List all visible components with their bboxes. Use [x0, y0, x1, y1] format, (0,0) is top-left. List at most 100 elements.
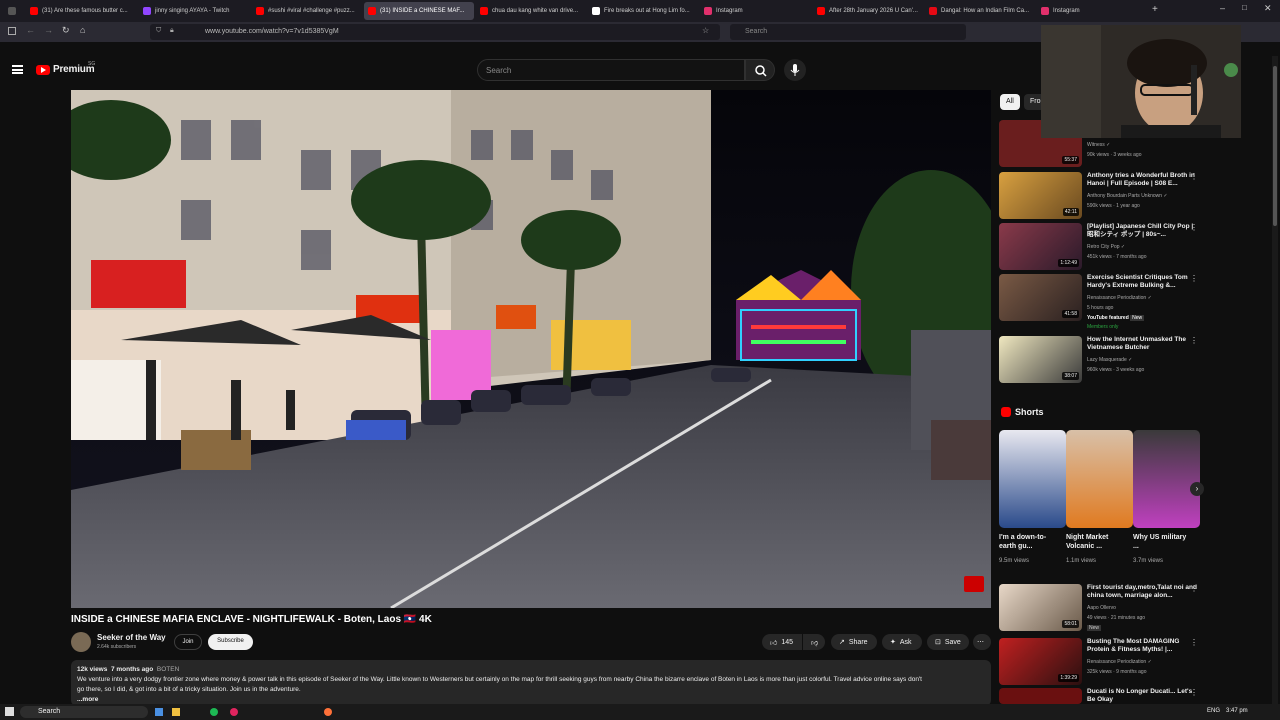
browser-search-box[interactable]: Search: [730, 24, 966, 40]
tab-2[interactable]: jinny singing AYAYA - Twitch: [139, 2, 249, 20]
rec-video-4[interactable]: 41:58 Exercise Scientist Critiques Tom H…: [999, 274, 1204, 330]
more-actions-button[interactable]: ⋯: [973, 634, 991, 650]
short-3[interactable]: [1133, 430, 1200, 528]
tab-7[interactable]: Instagram: [700, 2, 810, 20]
language-indicator[interactable]: ENG: [1207, 708, 1220, 714]
windows-start-icon[interactable]: [5, 707, 14, 716]
channel-name[interactable]: Seeker of the Way: [97, 633, 166, 642]
new-badge: New: [1087, 625, 1102, 631]
rec-duration: 42:11: [1062, 208, 1079, 216]
description-box[interactable]: 12k views 7 months ago BOTEN We venture …: [71, 660, 991, 706]
tab-10[interactable]: Instagram: [1037, 2, 1147, 20]
chip-all[interactable]: All: [1000, 94, 1020, 110]
rec-menu-icon[interactable]: ⋮: [1190, 274, 1198, 283]
hamburger-menu-icon[interactable]: [12, 65, 23, 74]
rec-video-2[interactable]: 42:11 Anthony tries a Wonderful Broth in…: [999, 172, 1204, 219]
new-tab-icon[interactable]: +: [1152, 4, 1158, 15]
shorts-icon: [1001, 407, 1011, 417]
minimize-icon[interactable]: –: [1220, 3, 1225, 13]
rec-channel: Renaissance Periodization ✓: [1087, 295, 1152, 301]
ask-button[interactable]: ✦ Ask: [882, 634, 922, 650]
tab-5[interactable]: chua dau kang white van drive...: [476, 2, 586, 20]
tab-1[interactable]: (31) Are these famous butter c...: [26, 2, 136, 20]
url-text: www.youtube.com/watch?v=7v1d5385VgM: [205, 28, 339, 35]
tab-9[interactable]: Dangal: How an Indian Film Ca...: [925, 2, 1035, 20]
sparkle-icon: ✦: [890, 639, 896, 646]
video-player[interactable]: [71, 90, 991, 608]
back-icon[interactable]: ←: [26, 25, 35, 35]
short-1[interactable]: [999, 430, 1066, 528]
rec-thumbnail: 1:39:29: [999, 638, 1082, 685]
subscriber-count: 2.64k subscribers: [97, 644, 137, 650]
rec-thumbnail: [999, 688, 1082, 704]
search-icon: [755, 65, 767, 77]
yt-search-input[interactable]: Search: [477, 59, 745, 81]
rec-menu-icon[interactable]: ⋮: [1190, 584, 1198, 593]
rec-video-5[interactable]: 38:07 How the Internet Unmasked The Viet…: [999, 336, 1204, 383]
spotify-icon[interactable]: [210, 708, 218, 716]
video-frame: [71, 90, 991, 608]
rec-video-8[interactable]: Ducati is No Longer Ducati... Let's Be O…: [999, 688, 1204, 704]
clock[interactable]: 3:47 pm: [1226, 708, 1248, 714]
home-icon[interactable]: ⌂: [80, 25, 85, 35]
youtube-premium-logo[interactable]: Premium SG: [36, 61, 96, 75]
shorts-next-icon[interactable]: ›: [1190, 482, 1204, 496]
taskbar-search-label: Search: [38, 708, 61, 715]
shorts-heading: Shorts: [1015, 407, 1044, 417]
rec-menu-icon[interactable]: ⋮: [1190, 172, 1198, 181]
short-title[interactable]: Night Market Volcanic ...: [1066, 533, 1126, 551]
subscribe-button[interactable]: Subscribe: [208, 634, 253, 650]
voice-search-button[interactable]: [784, 59, 806, 81]
browser-tab-bar: (31) Are these famous butter c... jinny …: [0, 0, 1280, 22]
rec-views: 451k views · 7 months ago: [1087, 254, 1147, 260]
firefox-icon[interactable]: [324, 708, 332, 716]
forward-icon[interactable]: →: [44, 25, 53, 35]
yt-search-button[interactable]: [745, 59, 775, 81]
tab-8[interactable]: After 28th January 2026 U Can'...: [813, 2, 923, 20]
channel-watermark-icon[interactable]: [964, 576, 984, 592]
short-2[interactable]: [1066, 430, 1133, 528]
join-button[interactable]: Join: [174, 634, 202, 650]
tab-3[interactable]: #sushi #viral #challenge #puzz...: [252, 2, 362, 20]
tab-label: (31) Are these famous butter c...: [42, 8, 128, 14]
rec-menu-icon[interactable]: ⋮: [1190, 638, 1198, 647]
description-line-1: We venture into a very dodgy frontier zo…: [77, 676, 922, 683]
url-bar[interactable]: www.youtube.com/watch?v=7v1d5385VgM: [150, 24, 720, 40]
shield-icon[interactable]: ⛉: [156, 27, 161, 35]
maximize-icon[interactable]: □: [1242, 3, 1247, 12]
webcam-overlay: [1041, 25, 1241, 138]
dislike-button[interactable]: 👎︎: [803, 634, 825, 650]
scrollbar-thumb[interactable]: [1273, 66, 1277, 226]
reload-icon[interactable]: ↻: [62, 25, 70, 36]
rec-video-6[interactable]: 58:01 First tourist day,metro,Talat noi …: [999, 584, 1204, 631]
short-title[interactable]: I'm a down-to-earth gu...: [999, 533, 1059, 551]
sidebar-toggle-icon[interactable]: [8, 27, 16, 35]
region-code: SG: [88, 61, 96, 67]
tab-label: chua dau kang white van drive...: [492, 8, 579, 14]
ask-label: Ask: [899, 638, 912, 646]
taskbar-app-icon[interactable]: [230, 708, 238, 716]
channel-avatar[interactable]: [71, 632, 91, 652]
lock-icon[interactable]: 🔒︎: [170, 27, 174, 35]
like-count: 145: [781, 638, 794, 646]
tab-4-active[interactable]: (31) INSIDE a CHINESE MAF...: [364, 2, 474, 20]
taskbar-app-icon[interactable]: [155, 708, 163, 716]
folder-icon[interactable]: [172, 708, 180, 716]
rec-video-7[interactable]: 1:39:29 Busting The Most DAMAGING Protei…: [999, 638, 1204, 685]
rec-menu-icon[interactable]: ⋮: [1190, 223, 1198, 232]
rec-video-3[interactable]: 1:12:49 [Playlist] Japanese Chill City P…: [999, 223, 1204, 270]
rec-menu-icon[interactable]: ⋮: [1190, 336, 1198, 345]
hashtag[interactable]: BOTEN: [157, 666, 179, 673]
tab-6[interactable]: Fire breaks out at Hong Lim fo...: [588, 2, 698, 20]
short-title[interactable]: Why US military ...: [1133, 533, 1193, 551]
browser-menu-icon[interactable]: [4, 2, 16, 20]
taskbar-search[interactable]: Search: [20, 706, 148, 718]
share-button[interactable]: ↗ Share: [831, 634, 877, 650]
save-button[interactable]: ⊡ Save: [927, 634, 969, 650]
rec-title: Ducati is No Longer Ducati... Let's Be O…: [1087, 688, 1193, 703]
close-window-icon[interactable]: ✕: [1264, 3, 1272, 14]
like-button[interactable]: 👍︎ 145: [762, 634, 802, 650]
youtube-logo-icon: [36, 64, 50, 75]
rec-menu-icon[interactable]: ⋮: [1190, 688, 1198, 697]
bookmark-star-icon[interactable]: ☆: [702, 26, 709, 35]
